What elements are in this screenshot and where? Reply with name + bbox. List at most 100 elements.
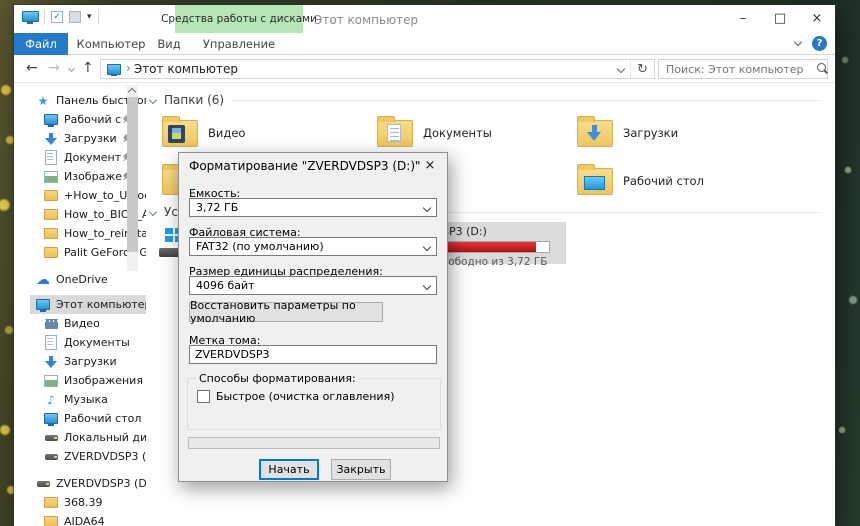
sidebar-item-label: Документы bbox=[64, 151, 122, 164]
folders-section-header[interactable]: Папки (6) bbox=[148, 93, 821, 107]
sidebar-item-pictures[interactable]: Изображения bbox=[14, 371, 146, 390]
address-dropdown-icon[interactable] bbox=[616, 64, 626, 74]
capacity-value: 3,72 ГБ bbox=[196, 201, 239, 214]
sidebar-scrollbar[interactable] bbox=[127, 85, 138, 271]
sidebar-item-desktop[interactable]: Рабочий стол bbox=[14, 409, 146, 428]
format-dialog: Форматирование "ZVERDVDSP3 (D:)" × Емкос… bbox=[178, 152, 448, 482]
monitor-icon bbox=[44, 412, 58, 426]
chevron-down-icon bbox=[422, 242, 432, 251]
restore-defaults-button[interactable]: Восстановить параметры по умолчанию bbox=[189, 299, 383, 325]
sidebar-item-videos[interactable]: Видео bbox=[14, 314, 146, 333]
sidebar-item-documents[interactable]: Документы bbox=[14, 333, 146, 352]
format-options-label: Способы форматирования: bbox=[196, 372, 359, 385]
sidebar-item-label: Загрузки bbox=[64, 355, 117, 368]
volume-label-input[interactable] bbox=[189, 345, 437, 364]
sidebar-item-downloads[interactable]: Загрузки bbox=[14, 352, 146, 371]
separator bbox=[44, 10, 45, 24]
tab-file[interactable]: Файл bbox=[14, 33, 68, 55]
sidebar-item-music[interactable]: ♪ Музыка bbox=[14, 390, 146, 409]
folder-icon bbox=[44, 496, 58, 510]
scrollbar-thumb[interactable] bbox=[127, 97, 138, 252]
sidebar-item-folder[interactable]: 368.39 bbox=[14, 493, 146, 512]
properties-icon[interactable]: ✓ bbox=[51, 11, 63, 23]
monitor-icon bbox=[584, 175, 605, 190]
sidebar-item-label: AIDA64 bbox=[64, 515, 105, 526]
filesystem-select[interactable]: FAT32 (по умолчанию) bbox=[189, 237, 437, 256]
filesystem-value: FAT32 (по умолчанию) bbox=[196, 240, 324, 253]
search-input[interactable] bbox=[659, 62, 815, 76]
new-folder-icon[interactable] bbox=[69, 11, 81, 23]
sidebar-item-usb-drive-root[interactable]: ZVERDVDSP3 (D:) bbox=[14, 474, 146, 493]
up-icon[interactable]: ↑ bbox=[82, 60, 94, 76]
maximize-button[interactable]: □ bbox=[763, 5, 797, 31]
folder-tile-documents[interactable]: Документы bbox=[377, 112, 575, 154]
monitor-icon bbox=[44, 113, 58, 127]
tab-computer[interactable]: Компьютер bbox=[75, 33, 147, 55]
address-bar[interactable]: › Этот компьютер ↻ bbox=[100, 59, 655, 79]
format-progress-bar bbox=[188, 437, 440, 449]
qat-customize-caret[interactable]: ▾ bbox=[87, 12, 92, 22]
this-pc-icon bbox=[107, 62, 121, 76]
capacity-select[interactable]: 3,72 ГБ bbox=[189, 198, 437, 217]
sidebar-item-this-pc[interactable]: Этот компьютер bbox=[14, 295, 146, 314]
chevron-down-icon[interactable] bbox=[148, 95, 158, 105]
back-icon[interactable]: ← bbox=[26, 60, 38, 76]
sidebar-item-usb-drive[interactable]: ZVERDVDSP3 (D: bbox=[14, 447, 146, 466]
dialog-close-icon[interactable]: × bbox=[413, 153, 447, 177]
contextual-tab-drive-tools[interactable]: Средства работы с дисками bbox=[161, 5, 317, 33]
desktop: ✓ ▾ Средства работы с дисками Этот компь… bbox=[0, 0, 860, 526]
collapse-ribbon-icon[interactable] bbox=[793, 37, 803, 47]
sidebar-item-label: Этот компьютер bbox=[56, 298, 146, 311]
folder-icon bbox=[44, 208, 58, 222]
close-button[interactable]: × bbox=[800, 5, 834, 31]
videos-folder-icon bbox=[162, 115, 198, 147]
format-options-group: Способы форматирования: Быстрое (очистка… bbox=[187, 372, 441, 430]
allocation-select[interactable]: 4096 байт bbox=[189, 276, 437, 295]
sidebar-item-label: Музыка bbox=[64, 393, 108, 406]
refresh-icon[interactable]: ↻ bbox=[637, 62, 648, 77]
sidebar-item-local-disk[interactable]: Локальный дис bbox=[14, 428, 146, 447]
scroll-up-icon[interactable] bbox=[127, 87, 137, 97]
music-icon: ♪ bbox=[47, 392, 55, 407]
document-icon bbox=[44, 336, 58, 350]
recent-locations-icon[interactable] bbox=[67, 64, 76, 73]
folder-tile-desktop[interactable]: Рабочий стол bbox=[577, 160, 775, 202]
picture-icon bbox=[44, 374, 58, 388]
allocation-value: 4096 байт bbox=[196, 279, 255, 292]
divider bbox=[232, 99, 821, 101]
ribbon-tab-row: Файл Компьютер Вид Управление ? bbox=[14, 33, 835, 55]
folder-icon bbox=[44, 227, 58, 241]
picture-icon bbox=[44, 170, 58, 184]
search-icon[interactable] bbox=[815, 62, 826, 76]
download-icon bbox=[44, 132, 58, 146]
start-button[interactable]: Начать bbox=[259, 459, 319, 480]
folder-tile-downloads[interactable]: Загрузки bbox=[577, 112, 775, 154]
this-pc-icon bbox=[22, 10, 39, 24]
sidebar-item-label: Локальный дис bbox=[64, 431, 146, 444]
chevron-down-icon bbox=[422, 203, 432, 212]
sidebar-item-folder[interactable]: AIDA64 bbox=[14, 512, 146, 526]
tab-manage[interactable]: Управление bbox=[175, 33, 303, 55]
disk-icon bbox=[44, 450, 58, 464]
quick-format-checkbox[interactable] bbox=[197, 390, 210, 403]
quick-format-option[interactable]: Быстрое (очистка оглавления) bbox=[197, 390, 394, 403]
drive-usage-fill bbox=[443, 242, 537, 252]
search-box[interactable] bbox=[658, 59, 828, 79]
sidebar-item-label: ZVERDVDSP3 (D: bbox=[64, 450, 146, 463]
folder-tile-videos[interactable]: Видео bbox=[162, 112, 360, 154]
sidebar-item-label: Изображения bbox=[64, 374, 143, 387]
usb-drive-tile-selected[interactable]: SP3 (D:) вободно из 3,72 ГБ bbox=[436, 222, 566, 268]
close-dialog-button[interactable]: Закрыть bbox=[331, 459, 391, 480]
help-icon[interactable]: ? bbox=[812, 36, 827, 51]
forward-icon[interactable]: → bbox=[48, 60, 60, 76]
section-title: Папки (6) bbox=[164, 93, 225, 107]
minimize-button[interactable]: – bbox=[726, 5, 760, 31]
chevron-down-icon[interactable] bbox=[148, 207, 158, 217]
separator bbox=[630, 60, 632, 78]
sidebar-item-label: 368.39 bbox=[64, 496, 103, 509]
folder-label: Загрузки bbox=[623, 126, 679, 140]
folder-label: Видео bbox=[208, 126, 246, 140]
breadcrumb[interactable]: Этот компьютер bbox=[134, 62, 238, 76]
sidebar-item-onedrive[interactable]: ☁ OneDrive bbox=[14, 270, 146, 289]
sidebar-item-label: Документы bbox=[64, 336, 130, 349]
